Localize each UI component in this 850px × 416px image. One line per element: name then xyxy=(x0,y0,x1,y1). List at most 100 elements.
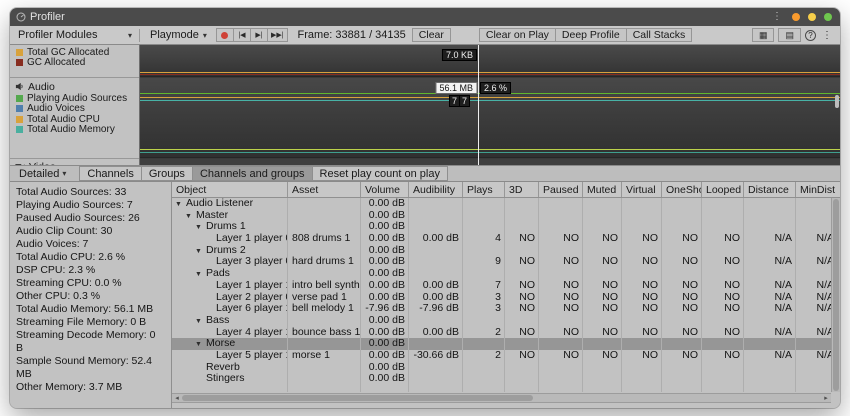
profiler-modules-label: Profiler Modules xyxy=(18,29,97,41)
vertical-scrollbar-thumb[interactable] xyxy=(833,199,839,391)
cell-asset xyxy=(288,338,361,350)
vertical-scrollbar[interactable] xyxy=(831,198,840,392)
cell-paused xyxy=(539,338,583,350)
window-minimize-button[interactable] xyxy=(808,13,816,21)
cell-muted: NO xyxy=(583,292,622,304)
legend-item[interactable]: Playing Audio Sources xyxy=(10,93,139,104)
table-row[interactable]: Layer 4 player 1bounce bass 10.00 dB0.00… xyxy=(172,327,831,339)
column-header-mindist[interactable]: MinDist xyxy=(796,182,840,197)
foldout-triangle[interactable]: ▼ xyxy=(175,199,186,210)
table-row[interactable]: ▼Audio Listener0.00 dB xyxy=(172,198,831,210)
table-row[interactable]: Reverb0.00 dB xyxy=(172,362,831,374)
column-header-paused[interactable]: Paused xyxy=(539,182,583,197)
previous-frame-button[interactable]: |◀ xyxy=(233,28,251,42)
video-chart-track[interactable] xyxy=(140,159,840,165)
cell-oneshot: NO xyxy=(662,303,702,315)
column-header-oneshot[interactable]: OneShot xyxy=(662,182,702,197)
playhead-line[interactable] xyxy=(478,45,479,165)
save-icon[interactable]: ▤ xyxy=(778,28,801,42)
stat-line: Streaming CPU: 0.0 % xyxy=(16,277,165,290)
clear-on-play-button[interactable]: Clear on Play xyxy=(479,28,556,42)
cell-oneshot: NO xyxy=(662,292,702,304)
foldout-triangle[interactable]: ▼ xyxy=(195,246,206,257)
tab-channels[interactable]: Channels xyxy=(79,166,141,181)
table-row[interactable]: ▼Drums 10.00 dB xyxy=(172,221,831,233)
table-row[interactable]: Layer 1 player 0808 drums 10.00 dB0.00 d… xyxy=(172,233,831,245)
titlebar[interactable]: Profiler ⋮ xyxy=(10,8,840,26)
tab-channels-and-groups[interactable]: Channels and groups xyxy=(192,166,313,181)
column-header-audibility[interactable]: Audibility xyxy=(409,182,463,197)
cell-paused xyxy=(539,210,583,222)
window-maximize-button[interactable] xyxy=(824,13,832,21)
foldout-triangle[interactable]: ▼ xyxy=(195,339,206,350)
table-body[interactable]: ▼Audio Listener0.00 dB▼Master0.00 dB▼Dru… xyxy=(172,198,831,392)
table-row[interactable]: ▼Drums 20.00 dB xyxy=(172,245,831,257)
tab-groups[interactable]: Groups xyxy=(141,166,193,181)
cell-paused xyxy=(539,315,583,327)
stat-line: Total Audio Memory: 56.1 MB xyxy=(16,303,165,316)
column-header-virtual[interactable]: Virtual xyxy=(622,182,662,197)
horizontal-scrollbar[interactable]: ◂ ▸ xyxy=(172,393,831,403)
column-header-muted[interactable]: Muted xyxy=(583,182,622,197)
scroll-right-arrow[interactable]: ▸ xyxy=(821,394,831,402)
scroll-left-arrow[interactable]: ◂ xyxy=(172,394,182,402)
window-menu-icon[interactable]: ⋮ xyxy=(772,12,782,22)
toolbar-menu-icon[interactable]: ⋮ xyxy=(822,30,832,41)
column-header-asset[interactable]: Asset xyxy=(288,182,361,197)
chart-scrollbar-thumb[interactable] xyxy=(835,95,839,108)
table-row[interactable]: Layer 2 player 0verse pad 10.00 dB0.00 d… xyxy=(172,292,831,304)
object-label: Layer 5 player 1 xyxy=(216,350,288,361)
layout-icon[interactable]: ▦ xyxy=(752,28,775,42)
window-close-button[interactable] xyxy=(792,13,800,21)
foldout-triangle[interactable]: ▼ xyxy=(195,222,206,233)
table-row[interactable]: ▼Master0.00 dB xyxy=(172,210,831,222)
cell-object: Layer 6 player 1 xyxy=(172,303,288,315)
call-stacks-button[interactable]: Call Stacks xyxy=(626,28,693,42)
chart-area[interactable]: 7.0 KB 56.1 MB 2.6 % 7 7 xyxy=(140,45,840,165)
table-row[interactable]: Layer 6 player 1bell melody 1-7.96 dB-7.… xyxy=(172,303,831,315)
next-frame-button[interactable]: ▶| xyxy=(250,28,268,42)
column-header-volume[interactable]: Volume xyxy=(361,182,409,197)
playmode-dropdown[interactable]: Playmode ▾ xyxy=(142,26,212,44)
memory-chart-track[interactable] xyxy=(140,45,840,77)
table-row[interactable]: Stingers0.00 dB xyxy=(172,373,831,385)
legend-item[interactable]: Total Audio CPU xyxy=(10,114,139,125)
record-button[interactable] xyxy=(216,28,234,42)
object-label: Layer 3 player 0 xyxy=(216,256,288,267)
foldout-triangle[interactable]: ▼ xyxy=(195,316,206,327)
column-header-looped[interactable]: Looped xyxy=(702,182,744,197)
foldout-triangle[interactable]: ▼ xyxy=(195,269,206,280)
legend-item[interactable]: GC Allocated xyxy=(10,57,139,67)
detailed-view-dropdown[interactable]: Detailed ▾ xyxy=(15,166,72,181)
chart-series-line xyxy=(140,72,840,73)
current-frame-button[interactable]: ▶▶| xyxy=(267,28,288,42)
module-separator xyxy=(10,158,139,159)
video-module-header[interactable]: Video xyxy=(10,160,139,165)
cell-volume: 0.00 dB xyxy=(361,292,409,304)
table-row[interactable]: ▼Bass0.00 dB xyxy=(172,315,831,327)
table-row[interactable]: ▼Pads0.00 dB xyxy=(172,268,831,280)
profiler-modules-dropdown[interactable]: Profiler Modules ▾ xyxy=(10,26,137,44)
help-icon[interactable]: ? xyxy=(805,30,816,41)
legend-item[interactable]: Total Audio Memory xyxy=(10,125,139,136)
table-row[interactable]: Layer 3 player 0hard drums 10.00 dB9NONO… xyxy=(172,256,831,268)
deep-profile-button[interactable]: Deep Profile xyxy=(555,28,627,42)
table-row[interactable]: Layer 1 player 1intro bell synth 10.00 d… xyxy=(172,280,831,292)
audio-module-header[interactable]: Audio xyxy=(10,80,139,93)
column-header-object[interactable]: Object xyxy=(172,182,288,197)
cell-3d xyxy=(505,362,539,374)
object-label: Drums 1 xyxy=(206,221,246,232)
column-header-distance[interactable]: Distance xyxy=(744,182,796,197)
foldout-triangle[interactable]: ▼ xyxy=(185,211,196,222)
table-row[interactable]: ▼Morse0.00 dB xyxy=(172,338,831,350)
column-header-3d[interactable]: 3D xyxy=(505,182,539,197)
horizontal-scrollbar-track[interactable] xyxy=(182,394,821,402)
reset-play-count-button[interactable]: Reset play count on play xyxy=(312,166,448,181)
legend-item[interactable]: Total GC Allocated xyxy=(10,47,139,57)
clear-button[interactable]: Clear xyxy=(412,28,451,42)
column-header-plays[interactable]: Plays xyxy=(463,182,505,197)
legend-item[interactable]: Audio Voices xyxy=(10,104,139,115)
cell-paused: NO xyxy=(539,350,583,362)
table-row[interactable]: Layer 5 player 1morse 10.00 dB-30.66 dB2… xyxy=(172,350,831,362)
horizontal-scrollbar-thumb[interactable] xyxy=(182,395,533,401)
